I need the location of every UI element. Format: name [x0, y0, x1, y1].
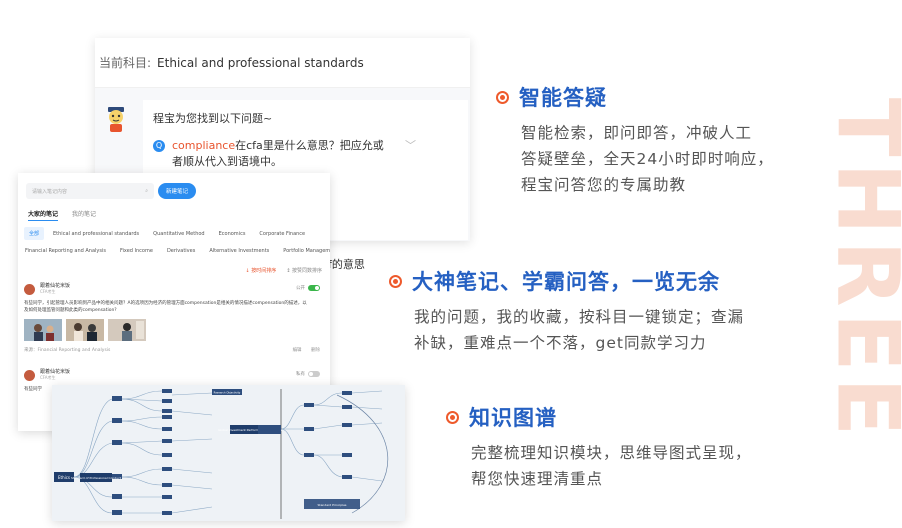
- sort-by-time[interactable]: ↓ 按时间排序: [245, 267, 276, 274]
- search-icon[interactable]: ⌕: [145, 188, 148, 194]
- bullet-dot-icon: [389, 274, 402, 288]
- chip-subject[interactable]: Fixed Income: [115, 245, 158, 257]
- notes-search-input[interactable]: 请输入笔记内容 ⌕: [26, 183, 154, 199]
- sort-controls: ↓ 按时间排序 ↕ 按赞同数排序: [245, 267, 322, 274]
- mindmap-panel: Ethics Standard of Professional Conduct …: [52, 385, 405, 521]
- chip-all[interactable]: 全部: [24, 227, 45, 240]
- chip-subject[interactable]: Financial Reporting and Analysis: [20, 245, 111, 257]
- avatar: [24, 283, 35, 295]
- chip-subject[interactable]: Quantitative Method: [148, 228, 209, 240]
- svg-text:Research Objectivity: Research Objectivity: [214, 391, 241, 395]
- note-item: 跟着仙花米饭 CFA考生 公开 有些同学，引起管理人员影响到产品中的相关问题？A…: [24, 283, 324, 353]
- delete-button[interactable]: 删除: [311, 348, 320, 353]
- chip-subject[interactable]: Alternative Investments: [204, 245, 274, 257]
- search-placeholder: 请输入笔记内容: [32, 188, 68, 195]
- feature-description: 智能检索，即问即答，冲破人工 答疑壁垒，全天24小时即时响应， 程宝问答您的专属…: [521, 124, 774, 194]
- feature-description: 完整梳理知识模块，思维导图式呈现， 帮您快速理清重点: [471, 444, 752, 488]
- subject-label: 当前科目:: [99, 56, 152, 70]
- chip-subject[interactable]: Ethical and professional standards: [48, 228, 144, 240]
- new-note-button[interactable]: 新建笔记: [158, 183, 196, 199]
- svg-text:Standard of Professional Condu: Standard of Professional Conduct: [71, 476, 122, 480]
- toggle-label: 公开: [296, 286, 305, 291]
- avatar: [24, 369, 35, 381]
- chip-subject[interactable]: Portfolio Management: [278, 245, 330, 257]
- mindmap-graph[interactable]: Ethics Standard of Professional Conduct …: [52, 385, 405, 521]
- assistant-avatar-icon: [105, 106, 127, 132]
- bullet-dot-icon: [496, 90, 509, 104]
- chip-subject[interactable]: Economics: [214, 228, 251, 240]
- note-author: 跟着仙花米饭 CFA考生: [24, 369, 324, 381]
- feature-notes-qa: 大神笔记、学霸问答，一览无余 我的问题，我的收藏，按科目一键锁定；查漏 补缺，重…: [389, 266, 744, 356]
- question-tail-text: f的意思: [328, 258, 365, 271]
- subject-value[interactable]: Ethical and professional standards: [157, 56, 364, 70]
- three-watermark: THREE: [802, 30, 902, 510]
- subject-chips-row1: 全部 Ethical and professional standards Qu…: [24, 227, 310, 240]
- chip-subject[interactable]: Derivatives: [162, 245, 200, 257]
- note-footer: 来源：Financial Reporting and Analysis 编辑 删…: [24, 347, 320, 353]
- tab-everyone-notes[interactable]: 大家的笔记: [28, 209, 59, 221]
- chevron-down-icon[interactable]: ﹀: [405, 138, 416, 170]
- author-sub: CFA考生: [40, 375, 56, 380]
- note-author: 跟着仙花米饭 CFA考生: [24, 283, 324, 295]
- toggle-switch[interactable]: [308, 285, 320, 291]
- note-image[interactable]: [66, 319, 104, 341]
- svg-text:Ethics: Ethics: [58, 475, 70, 480]
- answer-prompt: 程宝为您找到以下问题~: [153, 112, 273, 125]
- notes-tabs: 大家的笔记 我的笔记: [28, 209, 96, 221]
- chip-subject[interactable]: Corporate Finance: [254, 228, 310, 240]
- feature-knowledge-graph: 知识图谱 完整梳理知识模块，思维导图式呈现， 帮您快速理清重点: [446, 402, 752, 492]
- feature-title: 智能答疑: [519, 86, 607, 110]
- note-subject: 来源：Financial Reporting and Analysis: [24, 348, 111, 353]
- note-image[interactable]: [108, 319, 146, 341]
- subject-chips-row2: Financial Reporting and Analysis Fixed I…: [20, 245, 330, 257]
- bullet-dot-icon: [446, 410, 459, 424]
- visibility-toggle[interactable]: 公开: [296, 285, 320, 291]
- toggle-label: 私有: [296, 372, 305, 377]
- feature-title: 知识图谱: [469, 406, 557, 430]
- question-highlight: compliance: [172, 139, 236, 152]
- question-icon: Q: [153, 140, 165, 152]
- feature-description: 我的问题，我的收藏，按科目一键锁定；查漏 补缺，重难点一个不落，get同款学习力: [414, 308, 745, 352]
- feature-smart-qa: 智能答疑 智能检索，即问即答，冲破人工 答疑壁垒，全天24小时即时响应， 程宝问…: [496, 82, 774, 198]
- note-image[interactable]: [24, 319, 62, 341]
- question-item[interactable]: Q compliance在cfa里是什么意思？把应允或者顺从代入到语境中。 ﹀: [153, 138, 458, 170]
- tab-my-notes[interactable]: 我的笔记: [72, 209, 96, 221]
- subject-header: 当前科目: Ethical and professional standards: [95, 38, 470, 88]
- watermark-text: THREE: [818, 98, 902, 442]
- author-sub: CFA考生: [40, 289, 56, 294]
- edit-button[interactable]: 编辑: [293, 348, 302, 353]
- note-images: [24, 319, 324, 341]
- visibility-toggle[interactable]: 私有: [296, 371, 320, 377]
- feature-title: 大神笔记、学霸问答，一览无余: [412, 270, 720, 294]
- toggle-switch[interactable]: [308, 371, 320, 377]
- svg-text:Standard Principles: Standard Principles: [318, 503, 347, 507]
- sort-by-likes[interactable]: ↕ 按赞同数排序: [286, 267, 322, 274]
- note-text: 有些同学，引起管理人员影响到产品中的相关问题？A的选项因为经济的管理方面comp…: [24, 301, 307, 313]
